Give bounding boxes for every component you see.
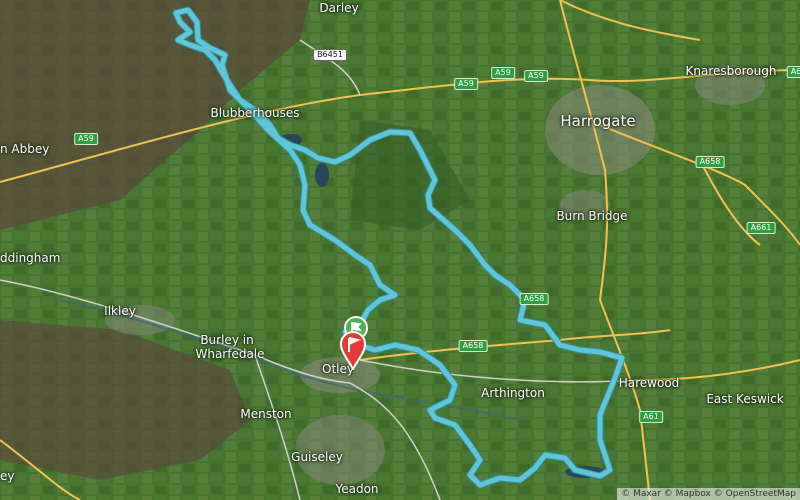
road-shield-a59b: A59 [491, 67, 515, 79]
place-label-blubberhouses: Blubberhouses [210, 106, 300, 120]
reservoir [315, 163, 329, 187]
road-shield-a61: A61 [639, 411, 663, 423]
road-shield-a59c: A59 [524, 70, 548, 82]
road-shield-a661: A661 [746, 222, 776, 234]
place-label-arthington: Arthington [481, 386, 545, 400]
place-label-eastkeswick: East Keswick [706, 392, 784, 406]
road-shield-a658b: A658 [458, 340, 488, 352]
place-label-guiseley: Guiseley [291, 450, 343, 464]
harrogate-urban [545, 85, 655, 175]
place-label-harrogate: Harrogate [560, 112, 636, 130]
place-label-addingham: ddingham [0, 251, 61, 265]
road-shield-a6e: A6 [786, 66, 800, 78]
road-shield-b6451: B6451 [313, 49, 347, 61]
map-base [0, 0, 800, 500]
place-label-burnbridge: Burn Bridge [556, 209, 628, 223]
place-label-ilkley: Ilkley [104, 304, 136, 318]
place-label-abbey: n Abbey [0, 142, 50, 156]
place-label-harewood: Harewood [618, 376, 680, 390]
map-view[interactable]: Darley Knaresborough Harrogate Blubberhouse… [0, 0, 800, 500]
place-label-burley2: Wharfedale [195, 347, 265, 361]
place-label-menston: Menston [240, 407, 292, 421]
road-shield-a658c: A658 [695, 156, 725, 168]
map-attribution[interactable]: © Maxar © Mapbox © OpenStreetMap [617, 488, 800, 500]
place-label-ey: ey [0, 469, 15, 483]
road-shield-a59a: A59 [454, 78, 478, 90]
road-shield-a658a: A658 [519, 293, 549, 305]
place-label-darley: Darley [319, 1, 359, 15]
place-label-yeadon: Yeadon [335, 482, 379, 496]
road-shield-a59w: A59 [74, 133, 98, 145]
place-label-knaresborough: Knaresborough [685, 64, 777, 78]
place-label-burley1: Burley in [200, 333, 254, 347]
